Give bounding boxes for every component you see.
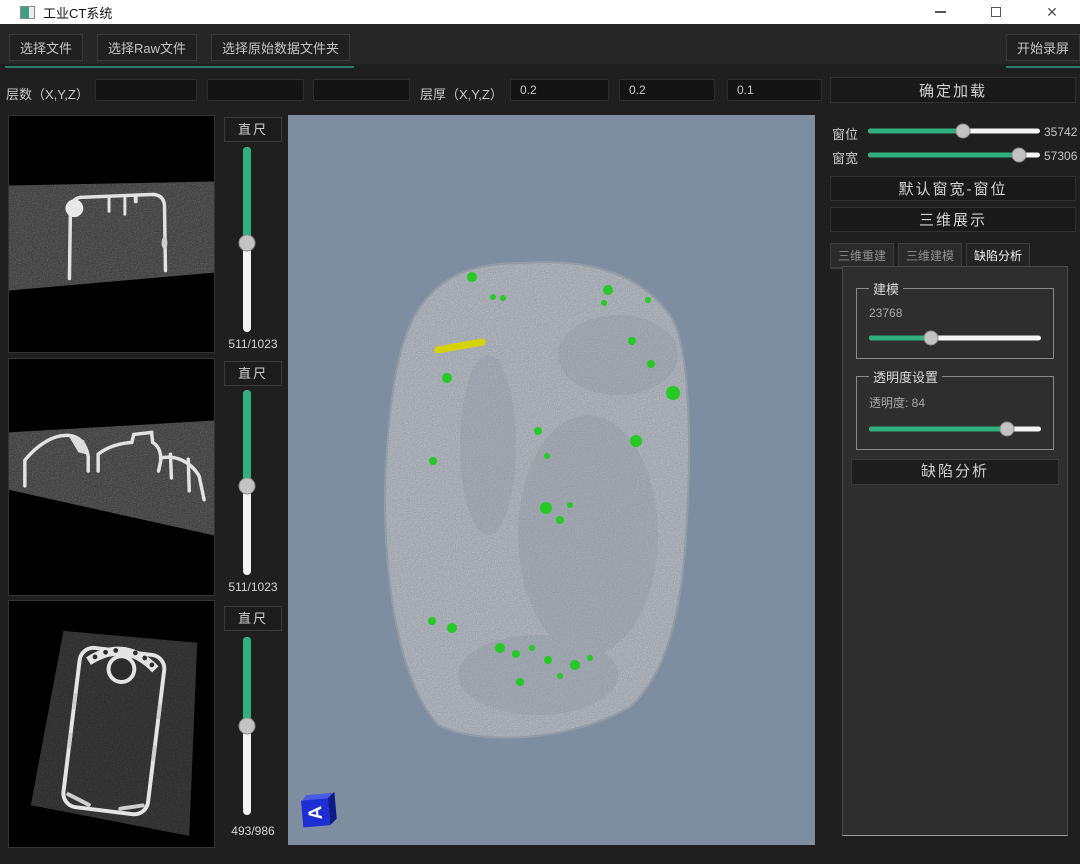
opacity-slider[interactable] <box>869 421 1041 437</box>
ct-slice-image-y <box>9 359 214 595</box>
slice-position-1: 511/1023 <box>220 337 286 351</box>
slider-fill <box>869 427 1007 432</box>
slice-slider-2[interactable] <box>238 390 256 575</box>
slice-slider-3[interactable] <box>238 637 256 815</box>
slider-handle[interactable] <box>239 235 256 252</box>
opacity-value-label: 透明度: 84 <box>869 394 1043 411</box>
slice-position-3: 493/986 <box>220 824 286 838</box>
minimize-icon <box>935 11 946 13</box>
toolbar: 选择文件 选择Raw文件 选择原始数据文件夹 开始录屏 <box>0 24 1080 64</box>
ct-slice-view-z[interactable] <box>8 600 215 848</box>
minimize-button[interactable] <box>912 0 968 24</box>
slider-handle[interactable] <box>239 718 256 735</box>
layers-y-input[interactable] <box>207 79 304 101</box>
model-3d <box>288 115 815 845</box>
slider-fill <box>869 336 931 341</box>
confirm-load-button[interactable]: 确定加载 <box>830 77 1076 103</box>
slice-position-2: 511/1023 <box>220 580 286 594</box>
ct-slice-image-z <box>9 601 214 847</box>
layers-label: 层数（X,Y,Z） <box>6 84 89 103</box>
slider-fill <box>243 147 251 243</box>
window-level-slider[interactable] <box>868 123 1040 139</box>
window-level-label: 窗位 <box>832 124 858 143</box>
defect-analysis-button[interactable]: 缺陷分析 <box>851 459 1059 485</box>
select-raw-data-folder-button[interactable]: 选择原始数据文件夹 <box>211 34 350 61</box>
viewport-3d[interactable]: A <box>288 115 815 845</box>
modeling-group-title: 建模 <box>869 279 903 298</box>
select-file-button[interactable]: 选择文件 <box>9 34 83 61</box>
thickness-label: 层厚（X,Y,Z） <box>420 84 503 103</box>
record-button-wrap: 开始录屏 <box>1006 34 1080 68</box>
default-ww-wl-button[interactable]: 默认窗宽-窗位 <box>830 176 1076 201</box>
modeling-value: 23768 <box>869 306 1043 320</box>
ruler-button-2[interactable]: 直尺 <box>224 361 282 386</box>
file-button-group: 选择文件 选择Raw文件 选择原始数据文件夹 <box>5 34 354 68</box>
logo-cube-front: A <box>301 798 330 827</box>
slider-fill <box>868 153 1019 158</box>
modeling-groupbox: 建模 23768 <box>856 279 1054 359</box>
window-width-value: 57306 <box>1044 149 1077 163</box>
window-width-slider[interactable] <box>868 147 1040 163</box>
close-icon: ✕ <box>1046 5 1058 19</box>
ruler-button-1[interactable]: 直尺 <box>224 117 282 142</box>
modeling-slider[interactable] <box>869 330 1041 346</box>
ruler-button-3[interactable]: 直尺 <box>224 606 282 631</box>
defect-analysis-panel: 建模 23768 透明度设置 透明度: 84 缺陷分析 <box>842 266 1068 836</box>
titlebar: 工业CT系统 ✕ <box>0 0 1080 24</box>
window-level-value: 35742 <box>1044 125 1077 139</box>
slider-handle[interactable] <box>923 331 938 346</box>
slider-fill <box>868 129 963 134</box>
maximize-button[interactable] <box>968 0 1024 24</box>
slider-handle[interactable] <box>239 478 256 495</box>
thickness-z-input[interactable] <box>727 79 822 101</box>
ct-slice-view-x[interactable] <box>8 115 215 353</box>
opacity-group-title: 透明度设置 <box>869 367 942 386</box>
thickness-x-input[interactable] <box>510 79 609 101</box>
slider-fill <box>243 390 251 486</box>
window-width-label: 窗宽 <box>832 148 858 167</box>
start-recording-button[interactable]: 开始录屏 <box>1006 34 1080 61</box>
slice-slider-1[interactable] <box>238 147 256 332</box>
window-title: 工业CT系统 <box>43 3 112 22</box>
layers-x-input[interactable] <box>95 79 197 101</box>
slider-handle[interactable] <box>1012 148 1027 163</box>
window-controls: ✕ <box>912 0 1080 24</box>
app-icon <box>20 6 35 19</box>
slider-handle[interactable] <box>999 422 1014 437</box>
opacity-groupbox: 透明度设置 透明度: 84 <box>856 367 1054 450</box>
logo-letter: A <box>306 805 326 820</box>
app-window: 工业CT系统 ✕ 选择文件 选择Raw文件 选择原始数据文件夹 开始录屏 层数（… <box>0 0 1080 864</box>
slider-fill <box>243 637 251 726</box>
layers-z-input[interactable] <box>313 79 410 101</box>
ct-slice-image-x <box>9 116 214 352</box>
ct-slice-view-y[interactable] <box>8 358 215 596</box>
select-raw-file-button[interactable]: 选择Raw文件 <box>97 34 197 61</box>
slider-handle[interactable] <box>955 124 970 139</box>
vendor-logo-cube: A <box>299 791 342 830</box>
maximize-icon <box>991 7 1001 17</box>
display-3d-button[interactable]: 三维展示 <box>830 207 1076 232</box>
thickness-y-input[interactable] <box>619 79 715 101</box>
close-button[interactable]: ✕ <box>1024 0 1080 24</box>
